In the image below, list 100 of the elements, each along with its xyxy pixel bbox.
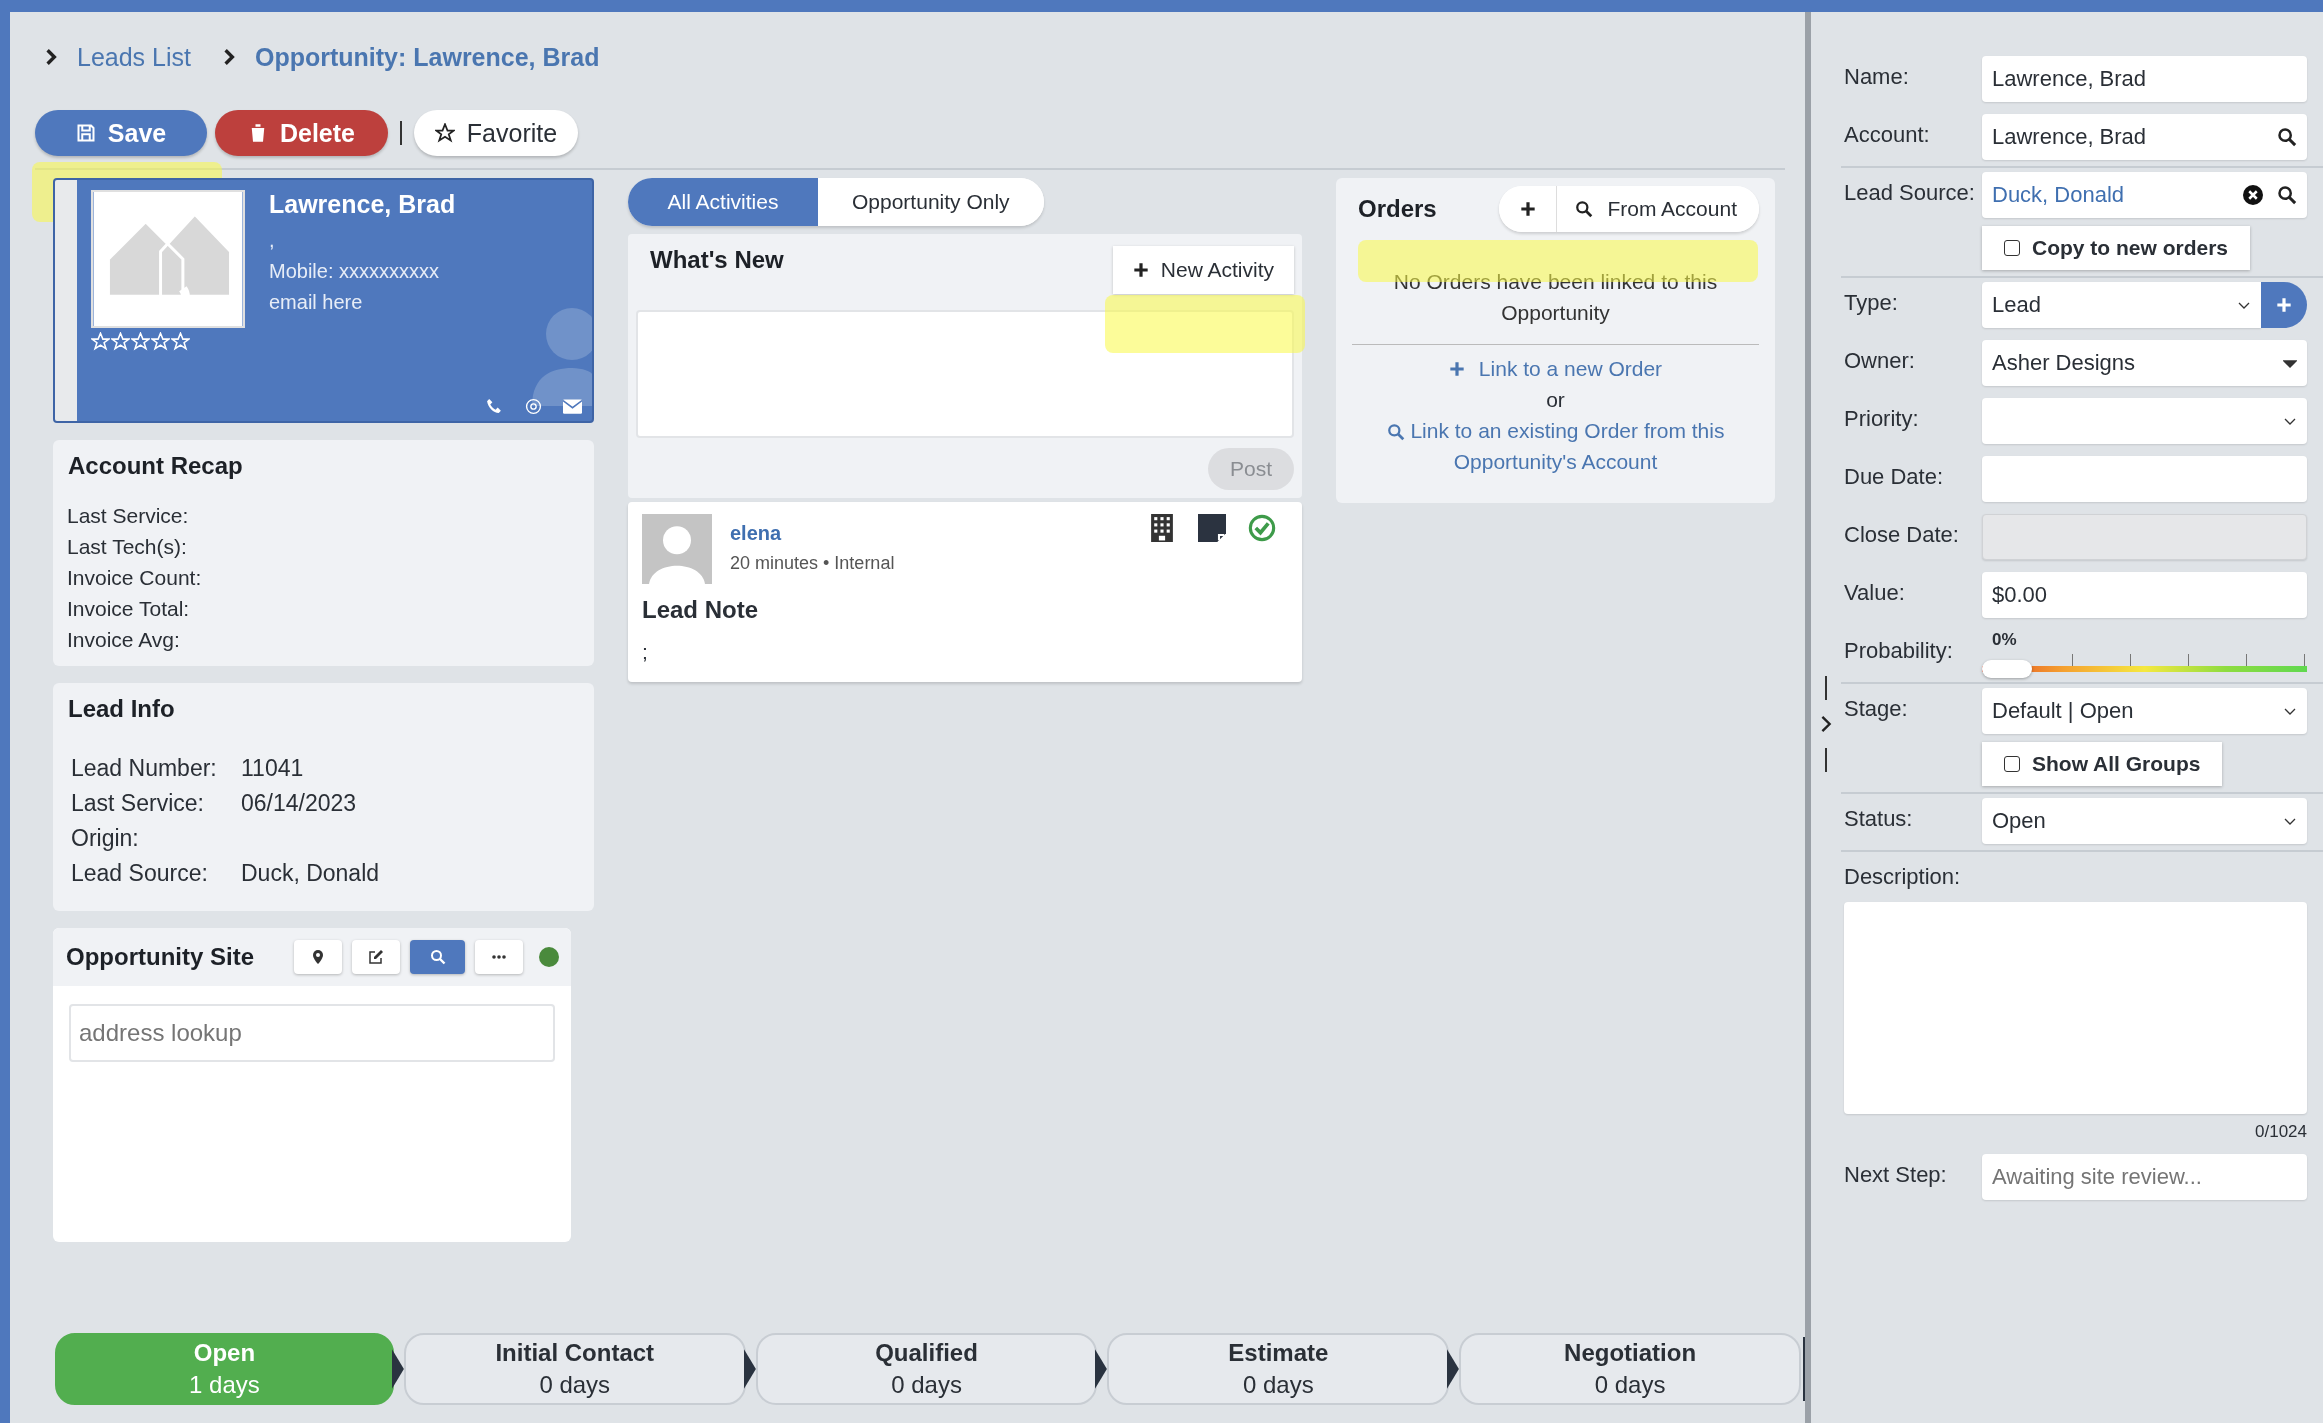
checkbox[interactable] [2004,240,2020,256]
plus-icon [1132,262,1149,278]
favorite-button[interactable]: Favorite [414,110,578,156]
note-icon[interactable] [1198,514,1226,542]
from-account-button[interactable]: From Account [1557,186,1759,232]
or-text: or [1546,387,1565,413]
search-tool-button[interactable] [410,940,465,974]
plus-icon [1448,360,1465,377]
field-label: Origin: [71,824,140,853]
link-existing-order-link[interactable]: Link to an existing Order from this Opportunity's Account [1355,415,1756,477]
field-label: Status: [1844,805,1914,832]
star-icon [434,123,455,143]
text-field[interactable]: $0.00 [1982,572,2307,618]
contact-mobile: Mobile: xxxxxxxxxx [269,259,441,284]
author-link[interactable]: elena [730,522,1148,545]
map-pin-icon [310,949,326,965]
field-label: Value: [1844,579,1906,606]
text-field[interactable]: Awaiting site review... [1982,1154,2307,1200]
handle-bar [1825,676,1827,700]
building-icon[interactable] [1148,514,1176,542]
lookup-field[interactable]: Lawrence, Brad [1982,114,2307,160]
save-button[interactable]: Save [35,110,207,156]
check-circle-icon[interactable] [1248,514,1276,542]
field-label: Invoice Total: [67,596,191,622]
select-field[interactable]: Default | Open [1982,688,2307,734]
envelope-icon[interactable] [563,398,582,415]
star-rating[interactable] [91,332,190,351]
chevron-icon [45,48,57,66]
field-label: Next Step: [1844,1161,1948,1188]
activity-tab[interactable]: Opportunity Only [818,178,1044,226]
edit-icon [368,949,384,965]
lookup-field[interactable]: Duck, Donald [1982,172,2307,218]
select-field[interactable]: Lead [1982,282,2261,328]
field-label: Probability: [1844,637,1954,664]
add-order-button[interactable] [1499,186,1558,232]
probability-slider[interactable]: 0% [1982,630,2307,676]
plus-icon [1519,201,1536,217]
stage-step[interactable]: Qualified 0 days [755,1333,1098,1405]
link-new-order-link[interactable]: Link to a new Order [1478,353,1663,384]
add-button[interactable] [2261,282,2307,328]
checkbox[interactable] [2004,756,2020,772]
slider-thumb[interactable] [1982,660,2032,678]
stage-step[interactable]: Negotiation 0 days [1459,1333,1802,1405]
field-label: Invoice Avg: [67,627,181,653]
field-label: Lead Source: [71,859,209,888]
field-value: 06/14/2023 [241,789,358,818]
activity-body: ; [642,640,649,664]
more-tool-button[interactable] [475,940,523,974]
clear-icon[interactable] [2243,185,2263,205]
new-activity-button[interactable]: New Activity [1112,246,1294,294]
field-label: Owner: [1844,347,1916,374]
field-label: Stage: [1844,695,1909,722]
character-counter: 0/1024 [2255,1122,2307,1142]
avatar-silhouette-icon [642,514,712,584]
phone-icon[interactable] [485,398,504,415]
breadcrumb-link[interactable]: Opportunity: Lawrence, Brad [254,42,600,72]
text-field[interactable] [1982,456,2307,502]
panel-title: Orders [1357,195,1437,223]
select-field[interactable] [1982,398,2307,444]
pin-tool-button[interactable] [294,940,342,974]
delete-button[interactable]: Delete [215,110,388,156]
search-icon [1386,423,1405,442]
handle-bar [1825,748,1827,772]
contact-email: email here [269,290,364,315]
field-value: Duck, Donald [241,859,381,888]
stage-step[interactable]: Initial Contact 0 days [403,1333,746,1405]
field-label: Last Tech(s): [67,534,188,560]
activity-input-field[interactable] [636,310,1294,438]
field-value: 11041 [241,754,305,783]
address-lookup-field[interactable]: address lookup [69,1004,555,1062]
panel-title: What's New [649,246,784,274]
select-field[interactable]: Open [1982,798,2307,844]
search-icon [429,949,446,965]
contact-name: Lawrence, Brad [269,190,456,219]
activity-tab[interactable]: All Activities [628,178,818,226]
field-label: Last Service: [71,789,205,818]
field-label: Type: [1844,289,1899,316]
chevron-icon[interactable] [1820,714,1832,734]
description-field[interactable] [1844,902,2307,1114]
select-field[interactable]: Asher Designs [1982,340,2307,386]
chevron-icon [222,48,235,66]
separator-bar [400,121,402,145]
search-icon[interactable] [2277,127,2297,147]
stage-step[interactable]: Estimate 0 days [1107,1333,1450,1405]
text-field[interactable]: Lawrence, Brad [1982,56,2307,102]
plus-icon [2276,297,2292,313]
search-icon [1575,200,1594,218]
field-label: Last Service: [67,503,190,529]
breadcrumb-link[interactable]: Leads List [77,42,191,72]
activity-title: Lead Note [642,596,759,624]
checkbox-option[interactable]: Show All Groups [1982,742,2223,786]
edit-tool-button[interactable] [352,940,400,974]
field-label: Lead Number: [71,754,218,783]
empty-message: No Orders have been linked to this Opportunity [1392,269,1719,326]
field-label: Close Date: [1844,521,1960,548]
field-label: Account: [1844,121,1931,148]
field-label: Lead Source: [1844,179,1976,206]
search-icon[interactable] [2277,185,2297,205]
checkbox-option[interactable]: Copy to new orders [1982,226,2251,270]
activity-meta: 20 minutes • Internal [730,553,896,574]
